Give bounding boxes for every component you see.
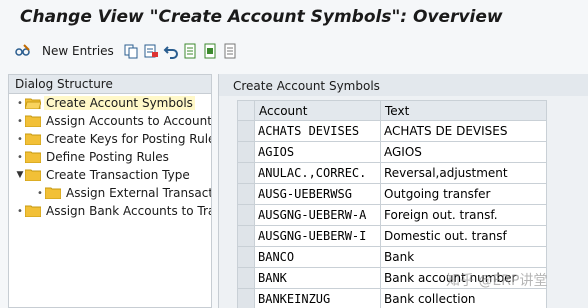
select-all-rows-button[interactable]	[237, 100, 255, 121]
row-selector[interactable]	[237, 121, 255, 142]
tree-item-label: Assign Bank Accounts to Tra	[46, 204, 212, 218]
text-cell[interactable]: Foreign out. transf.	[381, 205, 547, 226]
account-cell[interactable]: BANK	[255, 268, 381, 289]
select-block-icon[interactable]	[202, 42, 220, 60]
text-cell[interactable]: Domestic out. transf	[381, 226, 547, 247]
table-row: BANKEINZUG Bank collection	[237, 289, 547, 308]
tree-item-create-account-symbols[interactable]: • Create Account Symbols	[15, 94, 195, 112]
folder-open-icon	[24, 97, 42, 110]
column-header-text[interactable]: Text	[381, 100, 547, 121]
bullet-icon: •	[17, 151, 23, 163]
text-cell[interactable]: Bank	[381, 247, 547, 268]
bullet-icon: •	[17, 205, 23, 217]
tree-item-label: Create Account Symbols	[44, 96, 195, 110]
table-title: Create Account Symbols	[219, 74, 588, 96]
row-selector[interactable]	[237, 226, 255, 247]
undo-icon[interactable]	[162, 42, 180, 60]
folder-icon	[24, 205, 42, 218]
account-cell[interactable]: ACHATS DEVISES	[255, 121, 381, 142]
copy-icon[interactable]	[122, 42, 140, 60]
row-selector[interactable]	[237, 163, 255, 184]
select-all-icon[interactable]	[182, 42, 200, 60]
row-selector[interactable]	[237, 205, 255, 226]
text-cell[interactable]: Reversal,adjustment	[381, 163, 547, 184]
row-selector[interactable]	[237, 142, 255, 163]
folder-icon	[24, 133, 42, 146]
row-selector[interactable]	[237, 184, 255, 205]
delete-icon[interactable]	[142, 42, 160, 60]
expand-caret-icon[interactable]: ▼	[15, 170, 25, 180]
tree-item-label: Assign Accounts to Account	[46, 114, 212, 128]
column-header-account[interactable]: Account	[255, 100, 381, 121]
account-cell[interactable]: AUSGNG-UEBERW-I	[255, 226, 381, 247]
account-cell[interactable]: BANCO	[255, 247, 381, 268]
folder-icon	[24, 151, 42, 164]
tree-item-create-keys[interactable]: • Create Keys for Posting Rules	[15, 130, 212, 148]
text-cell[interactable]: Bank collection	[381, 289, 547, 308]
table-row: BANCO Bank	[237, 247, 547, 268]
text-cell[interactable]: AGIOS	[381, 142, 547, 163]
bullet-icon: •	[17, 115, 23, 127]
account-cell[interactable]: AGIOS	[255, 142, 381, 163]
bullet-icon: •	[37, 187, 43, 199]
tree-item-assign-accounts[interactable]: • Assign Accounts to Account	[15, 112, 212, 130]
table-row: AUSGNG-UEBERW-A Foreign out. transf.	[237, 205, 547, 226]
watermark: 知乎 @ERP讲堂	[446, 273, 548, 289]
new-entries-button[interactable]: New Entries	[42, 44, 114, 58]
account-cell[interactable]: AUSG-UEBERWSG	[255, 184, 381, 205]
tree-item-label: Define Posting Rules	[46, 150, 169, 164]
table-row: AUSG-UEBERWSG Outgoing transfer	[237, 184, 547, 205]
tree-item-assign-external-transaction[interactable]: • Assign External Transactio	[35, 184, 212, 202]
account-cell[interactable]: AUSGNG-UEBERW-A	[255, 205, 381, 226]
folder-icon	[24, 169, 42, 182]
account-cell[interactable]: ANULAC.,CORREC.	[255, 163, 381, 184]
row-selector[interactable]	[237, 289, 255, 308]
text-cell[interactable]: Outgoing transfer	[381, 184, 547, 205]
row-selector[interactable]	[237, 247, 255, 268]
table-row: AGIOS AGIOS	[237, 142, 547, 163]
tree-item-define-posting-rules[interactable]: • Define Posting Rules	[15, 148, 171, 166]
glasses-pencil-icon[interactable]	[14, 42, 32, 60]
folder-icon	[24, 115, 42, 128]
window-title: Change View "Create Account Symbols": Ov…	[0, 0, 588, 36]
tree-item-label: Create Keys for Posting Rules	[46, 132, 212, 146]
tree-item-assign-bank-accounts[interactable]: • Assign Bank Accounts to Tra	[15, 202, 212, 220]
account-cell[interactable]: BANKEINZUG	[255, 289, 381, 308]
table-header-row: Account Text	[237, 100, 547, 121]
dialog-structure-panel: Dialog Structure • Create Account Symbol…	[8, 74, 212, 308]
deselect-icon[interactable]	[222, 42, 240, 60]
table-row: ACHATS DEVISES ACHATS DE DEVISES	[237, 121, 547, 142]
folder-icon	[44, 187, 62, 200]
table-row: AUSGNG-UEBERW-I Domestic out. transf	[237, 226, 547, 247]
text-cell[interactable]: ACHATS DE DEVISES	[381, 121, 547, 142]
row-selector[interactable]	[237, 268, 255, 289]
bullet-icon: •	[17, 133, 23, 145]
toolbar: New Entries	[0, 36, 588, 66]
bullet-icon: •	[17, 97, 23, 109]
tree-item-create-transaction-type[interactable]: ▼ Create Transaction Type	[15, 166, 192, 184]
tree-item-label: Assign External Transactio	[66, 186, 212, 200]
tree-item-label: Create Transaction Type	[46, 168, 190, 182]
table-row: ANULAC.,CORREC. Reversal,adjustment	[237, 163, 547, 184]
dialog-structure-header: Dialog Structure	[9, 75, 211, 94]
